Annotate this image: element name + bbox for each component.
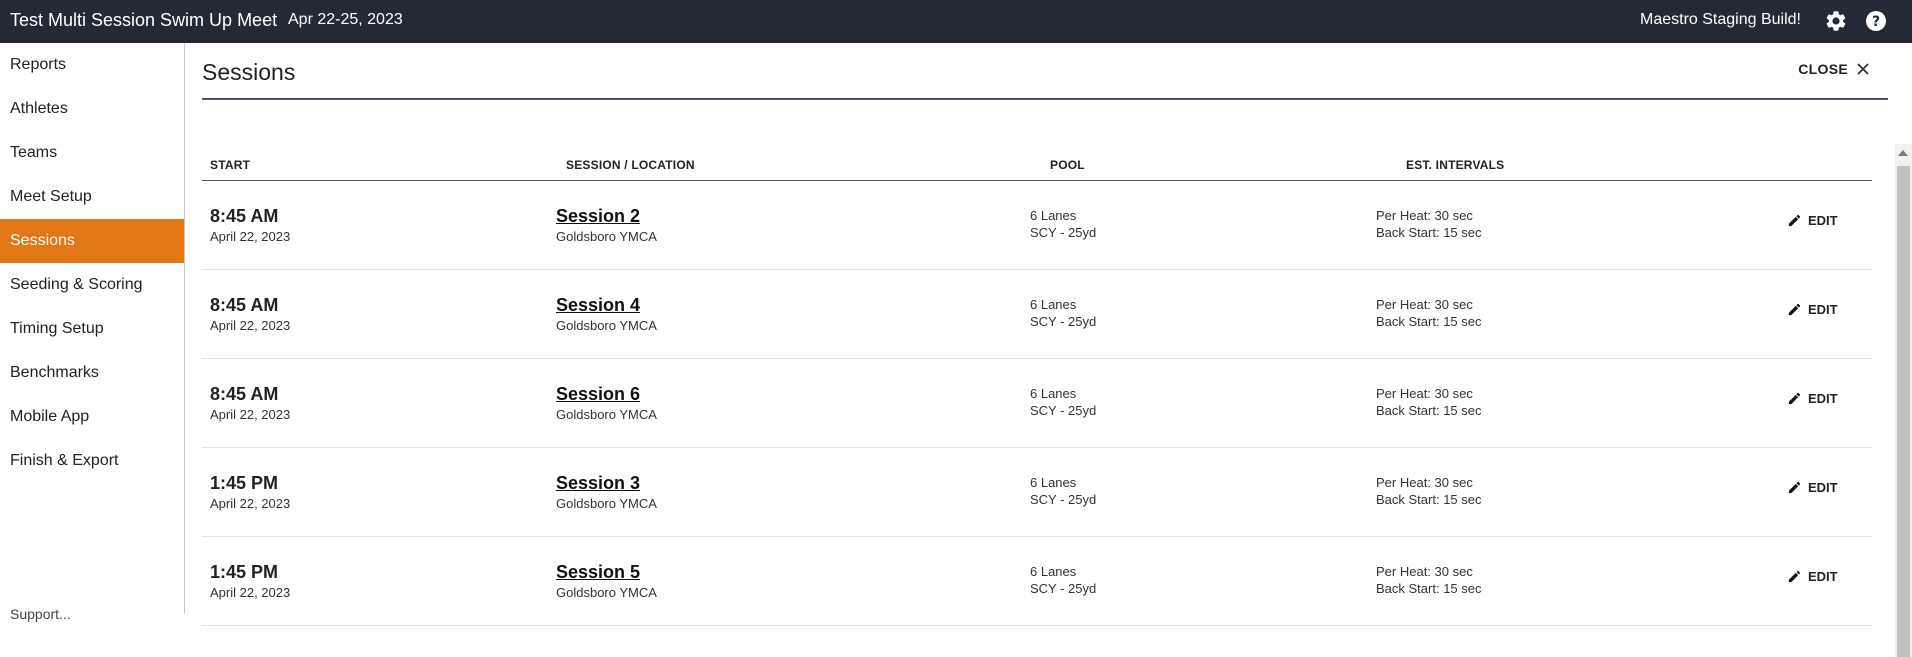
pool-course: SCY - 25yd bbox=[1030, 492, 1097, 507]
edit-button[interactable]: EDIT bbox=[1787, 569, 1838, 584]
session-location: Goldsboro YMCA bbox=[556, 407, 657, 422]
edit-label: EDIT bbox=[1808, 302, 1838, 317]
sidebar-item-timing-setup[interactable]: Timing Setup bbox=[0, 307, 184, 351]
gear-icon[interactable] bbox=[1824, 9, 1848, 33]
session-link[interactable]: Session 5 bbox=[556, 562, 640, 583]
pencil-icon bbox=[1788, 214, 1801, 227]
session-location: Goldsboro YMCA bbox=[556, 585, 657, 600]
start-date: April 22, 2023 bbox=[210, 407, 291, 422]
meet-title: Test Multi Session Swim Up Meet bbox=[10, 10, 278, 30]
pool-lanes: 6 Lanes bbox=[1030, 297, 1077, 312]
session-location: Goldsboro YMCA bbox=[556, 496, 657, 511]
edit-label: EDIT bbox=[1808, 480, 1838, 495]
start-time: 8:45 AM bbox=[210, 295, 279, 315]
start-date: April 22, 2023 bbox=[210, 585, 291, 600]
edit-button[interactable]: EDIT bbox=[1787, 391, 1838, 406]
build-label: Maestro Staging Build! bbox=[1640, 11, 1801, 28]
header-pool: POOL bbox=[1050, 158, 1085, 172]
edit-label: EDIT bbox=[1808, 569, 1838, 584]
pool-lanes: 6 Lanes bbox=[1030, 386, 1077, 401]
table-row: 8:45 AM April 22, 2023 Session 4 Goldsbo… bbox=[202, 270, 1872, 359]
pool-course: SCY - 25yd bbox=[1030, 403, 1097, 418]
edit-label: EDIT bbox=[1808, 213, 1838, 228]
start-time: 8:45 AM bbox=[210, 384, 279, 404]
interval-back-start: Back Start: 15 sec bbox=[1376, 581, 1482, 596]
close-label: CLOSE bbox=[1798, 61, 1848, 77]
interval-back-start: Back Start: 15 sec bbox=[1376, 225, 1482, 240]
session-link[interactable]: Session 3 bbox=[556, 473, 640, 494]
edit-button[interactable]: EDIT bbox=[1787, 480, 1838, 495]
header-start: START bbox=[210, 158, 251, 172]
session-link[interactable]: Session 2 bbox=[556, 206, 640, 227]
sessions-panel: Sessions CLOSE START SESSION / LOCATION … bbox=[186, 43, 1912, 657]
sidebar-item-mobile-app[interactable]: Mobile App bbox=[0, 395, 184, 439]
scrollbar-thumb[interactable] bbox=[1897, 166, 1910, 657]
sidebar-item-finish-export[interactable]: Finish & Export bbox=[0, 439, 184, 483]
close-button[interactable]: CLOSE bbox=[1798, 61, 1870, 77]
pool-lanes: 6 Lanes bbox=[1030, 475, 1077, 490]
table-row: 1:45 PM April 22, 2023 Session 5 Goldsbo… bbox=[202, 537, 1872, 626]
start-time: 8:45 AM bbox=[210, 206, 279, 226]
top-bar: Test Multi Session Swim Up Meet Apr 22-2… bbox=[0, 0, 1912, 43]
pool-lanes: 6 Lanes bbox=[1030, 564, 1077, 579]
header-est-intervals: EST. INTERVALS bbox=[1406, 158, 1505, 172]
close-icon bbox=[1857, 63, 1869, 75]
table-header: START SESSION / LOCATION POOL EST. INTER… bbox=[202, 150, 1872, 181]
interval-per-heat: Per Heat: 30 sec bbox=[1376, 564, 1473, 579]
pool-course: SCY - 25yd bbox=[1030, 314, 1097, 329]
sidebar-item-sessions[interactable]: Sessions bbox=[0, 219, 184, 263]
header-session-location: SESSION / LOCATION bbox=[566, 158, 695, 172]
sidebar-item-meet-setup[interactable]: Meet Setup bbox=[0, 175, 184, 219]
sidebar-overflow-text[interactable]: Support... bbox=[10, 606, 71, 622]
sidebar-item-benchmarks[interactable]: Benchmarks bbox=[0, 351, 184, 395]
pencil-icon bbox=[1788, 303, 1801, 316]
vertical-scrollbar[interactable] bbox=[1895, 144, 1912, 657]
pencil-icon bbox=[1788, 570, 1801, 583]
sidebar-item-athletes[interactable]: Athletes bbox=[0, 87, 184, 131]
interval-per-heat: Per Heat: 30 sec bbox=[1376, 475, 1473, 490]
session-location: Goldsboro YMCA bbox=[556, 229, 657, 244]
start-time: 1:45 PM bbox=[210, 473, 279, 493]
edit-button[interactable]: EDIT bbox=[1787, 302, 1838, 317]
table-row: 8:45 AM April 22, 2023 Session 2 Goldsbo… bbox=[202, 181, 1872, 270]
interval-per-heat: Per Heat: 30 sec bbox=[1376, 386, 1473, 401]
pencil-icon bbox=[1788, 481, 1801, 494]
pencil-icon bbox=[1788, 392, 1801, 405]
help-icon[interactable]: ? bbox=[1864, 9, 1888, 33]
interval-back-start: Back Start: 15 sec bbox=[1376, 403, 1482, 418]
start-time: 1:45 PM bbox=[210, 562, 279, 582]
scroll-up-arrow-icon[interactable] bbox=[1898, 150, 1908, 156]
interval-back-start: Back Start: 15 sec bbox=[1376, 314, 1482, 329]
sessions-table: START SESSION / LOCATION POOL EST. INTER… bbox=[202, 150, 1872, 626]
pool-course: SCY - 25yd bbox=[1030, 225, 1097, 240]
session-link[interactable]: Session 4 bbox=[556, 295, 640, 316]
interval-per-heat: Per Heat: 30 sec bbox=[1376, 297, 1473, 312]
page-title: Sessions bbox=[202, 59, 296, 85]
sidebar-item-seeding-scoring[interactable]: Seeding & Scoring bbox=[0, 263, 184, 307]
start-date: April 22, 2023 bbox=[210, 229, 291, 244]
meet-dates: Apr 22-25, 2023 bbox=[288, 11, 403, 28]
session-link[interactable]: Session 6 bbox=[556, 384, 640, 405]
edit-label: EDIT bbox=[1808, 391, 1838, 406]
edit-button[interactable]: EDIT bbox=[1787, 213, 1838, 228]
session-location: Goldsboro YMCA bbox=[556, 318, 657, 333]
interval-back-start: Back Start: 15 sec bbox=[1376, 492, 1482, 507]
title-divider bbox=[202, 98, 1888, 100]
start-date: April 22, 2023 bbox=[210, 318, 291, 333]
table-row: 1:45 PM April 22, 2023 Session 3 Goldsbo… bbox=[202, 448, 1872, 537]
start-date: April 22, 2023 bbox=[210, 496, 291, 511]
table-row: 8:45 AM April 22, 2023 Session 6 Goldsbo… bbox=[202, 359, 1872, 448]
pool-course: SCY - 25yd bbox=[1030, 581, 1097, 596]
interval-per-heat: Per Heat: 30 sec bbox=[1376, 208, 1473, 223]
pool-lanes: 6 Lanes bbox=[1030, 208, 1077, 223]
svg-text:?: ? bbox=[1872, 14, 1880, 30]
sidebar-item-teams[interactable]: Teams bbox=[0, 131, 184, 175]
sidebar-item-reports[interactable]: Reports bbox=[0, 43, 184, 87]
sidebar-nav: Reports Athletes Teams Meet Setup Sessio… bbox=[0, 43, 185, 622]
